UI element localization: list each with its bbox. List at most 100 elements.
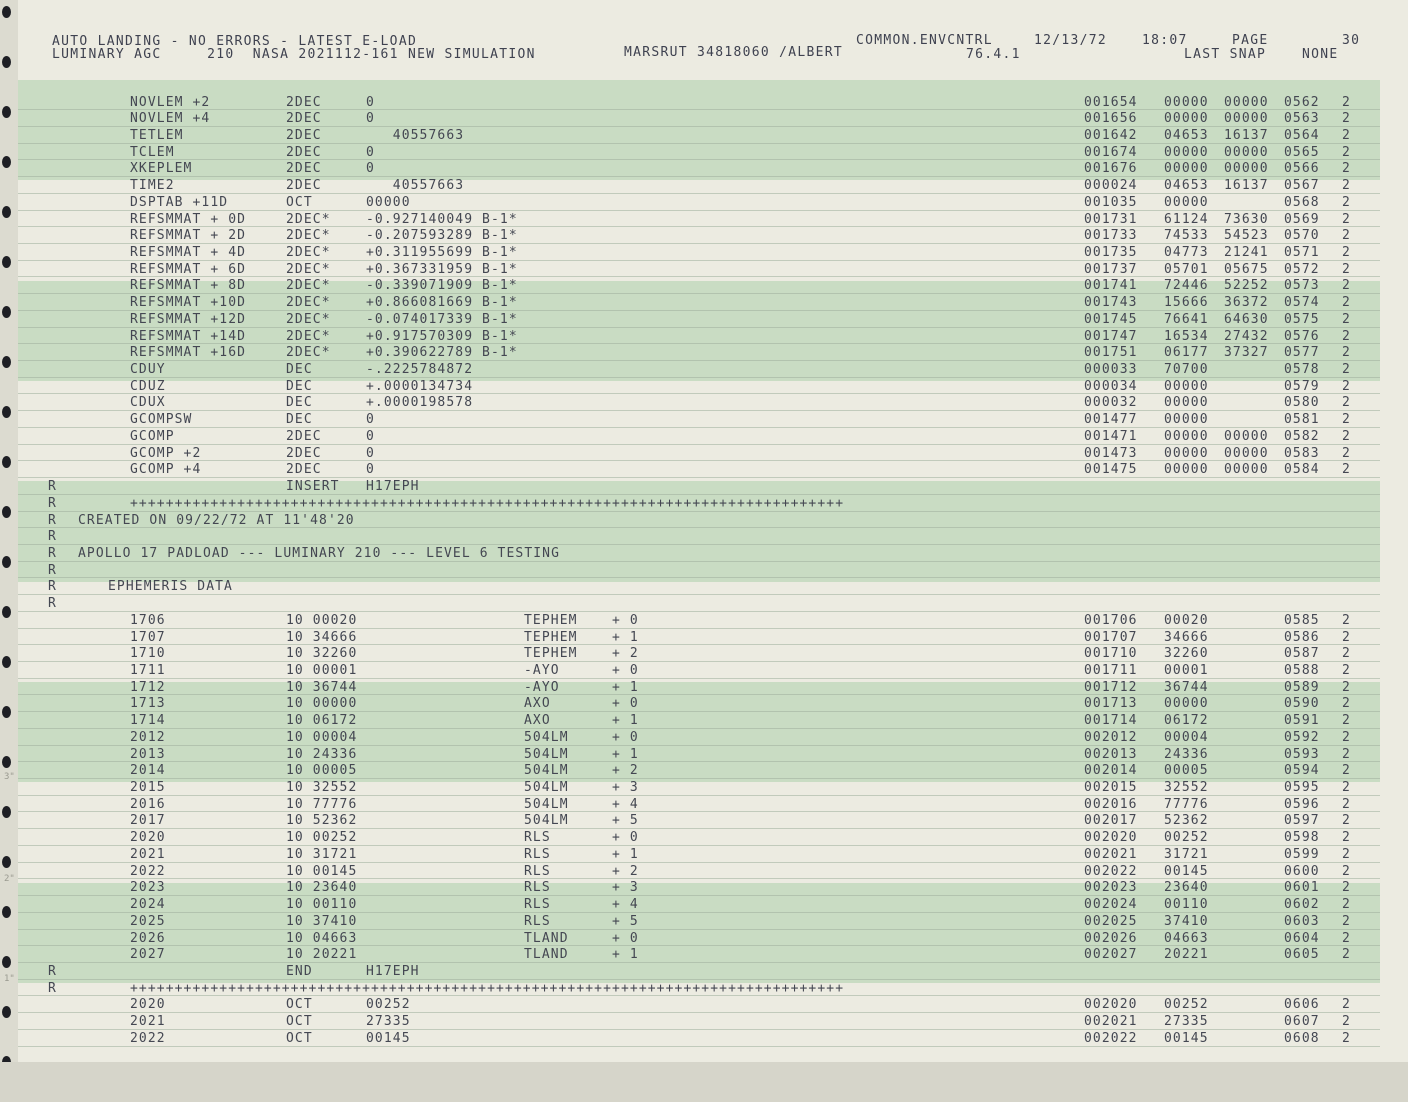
listing-row: 2016 10 77776 504LM + 4 002016 77776 0596 2 [0, 797, 1408, 814]
word2-cell: 52252 [1224, 278, 1269, 294]
type-cell: 10 36744 [286, 679, 358, 695]
value-cell: 27335 [366, 1014, 411, 1030]
address-cell: 001656 [1084, 111, 1138, 127]
listing-row: R +++++++++++++++++++++++++++++++++++++++… [0, 981, 1408, 998]
index-cell: + 3 [612, 780, 639, 796]
listing-row: REFSMMAT + 2D 2DEC* -0.207593289 B-1* 00173… [0, 228, 1408, 245]
symbol-cell: REFSMMAT +12D [130, 311, 247, 327]
flag-cell: 2 [1342, 763, 1351, 779]
word2-cell: 00000 [1224, 161, 1269, 177]
operand-cell: 504LM [524, 813, 569, 829]
word2-cell: 00000 [1224, 445, 1269, 461]
type-cell: 10 24336 [286, 746, 358, 762]
operand-cell: 504LM [524, 796, 569, 812]
word1-cell: 74533 [1164, 228, 1209, 244]
flag-cell: 2 [1342, 144, 1351, 160]
type-cell: 10 00001 [286, 662, 358, 678]
flag-cell: 2 [1342, 679, 1351, 695]
revision-marker: R [48, 479, 57, 495]
header-version: 76.4.1 [966, 47, 1021, 62]
word1-cell: 00000 [1164, 696, 1209, 712]
word2-cell: 54523 [1224, 228, 1269, 244]
word1-cell: 00145 [1164, 1030, 1209, 1046]
value-cell: 40557663 [366, 127, 465, 143]
symbol-cell: XKEPLEM [130, 161, 193, 177]
word1-cell: 00145 [1164, 863, 1209, 879]
listing-row: R CREATED ON 09/22/72 AT 11'48'20 [0, 513, 1408, 530]
sequence-cell: 0583 [1284, 445, 1320, 461]
word1-cell: 00020 [1164, 612, 1209, 628]
symbol-cell: REFSMMAT +10D [130, 295, 247, 311]
sequence-cell: 0596 [1284, 796, 1320, 812]
symbol-cell: TETLEM [130, 127, 184, 143]
word1-cell: 00000 [1164, 395, 1209, 411]
symbol-cell: 2025 [130, 913, 166, 929]
value-cell: 0 [366, 462, 375, 478]
flag-cell: 2 [1342, 345, 1351, 361]
address-cell: 001731 [1084, 211, 1138, 227]
word1-cell: 70700 [1164, 362, 1209, 378]
value-cell: +.0000198578 [366, 395, 474, 411]
address-cell: 001713 [1084, 696, 1138, 712]
flag-cell: 2 [1342, 161, 1351, 177]
word2-cell: 16137 [1224, 127, 1269, 143]
type-cell: 2DEC* [286, 345, 331, 361]
word1-cell: 76641 [1164, 311, 1209, 327]
flag-cell: 2 [1342, 194, 1351, 210]
symbol-cell: 1707 [130, 629, 166, 645]
address-cell: 002020 [1084, 997, 1138, 1013]
type-cell: 10 00004 [286, 729, 358, 745]
address-cell: 000034 [1084, 378, 1138, 394]
type-cell: 2DEC* [286, 228, 331, 244]
word1-cell: 00000 [1164, 94, 1209, 110]
listing-row: 1706 10 00020 TEPHEM + 0 001706 00020 0585 2 [0, 613, 1408, 630]
word1-cell: 23640 [1164, 880, 1209, 896]
sequence-cell: 0575 [1284, 311, 1320, 327]
flag-cell: 2 [1342, 362, 1351, 378]
value-cell: 00000 [366, 194, 411, 210]
listing-row: 2013 10 24336 504LM + 1 002013 24336 0593 2 [0, 747, 1408, 764]
operand-cell: 504LM [524, 763, 569, 779]
sequence-cell: 0605 [1284, 947, 1320, 963]
symbol-cell: TCLEM [130, 144, 175, 160]
sequence-cell: 0580 [1284, 395, 1320, 411]
sequence-cell: 0595 [1284, 780, 1320, 796]
listing-row: 2024 10 00110 RLS + 4 002024 00110 0602 2 [0, 897, 1408, 914]
sequence-cell: 0589 [1284, 679, 1320, 695]
address-cell: 001676 [1084, 161, 1138, 177]
flag-cell: 2 [1342, 746, 1351, 762]
symbol-cell: 1711 [130, 662, 166, 678]
index-cell: + 0 [612, 612, 639, 628]
word2-cell: 00000 [1224, 144, 1269, 160]
flag-cell: 2 [1342, 228, 1351, 244]
type-cell: 2DEC [286, 445, 322, 461]
index-cell: + 1 [612, 679, 639, 695]
word1-cell: 00000 [1164, 445, 1209, 461]
word1-cell: 61124 [1164, 211, 1209, 227]
word2-cell: 00000 [1224, 428, 1269, 444]
sequence-cell: 0598 [1284, 830, 1320, 846]
value-cell: 0 [366, 144, 375, 160]
type-cell: 10 06172 [286, 713, 358, 729]
header-page-label: PAGE [1232, 33, 1269, 48]
operand-cell: RLS [524, 830, 551, 846]
symbol-cell: NOVLEM +4 [130, 111, 211, 127]
address-cell: 001737 [1084, 261, 1138, 277]
word2-cell: 05675 [1224, 261, 1269, 277]
listing-row: 1712 10 36744 -AYO + 1 001712 36744 0589 2 [0, 680, 1408, 697]
listing-row: 2014 10 00005 504LM + 2 002014 00005 0594 2 [0, 763, 1408, 780]
operand-cell: AXO [524, 696, 551, 712]
sequence-cell: 0606 [1284, 997, 1320, 1013]
type-cell: DEC [286, 395, 313, 411]
type-cell: 10 32552 [286, 780, 358, 796]
symbol-cell: GCOMP +2 [130, 445, 202, 461]
remark-text: CREATED ON 09/22/72 AT 11'48'20 [78, 512, 355, 528]
address-cell: 001642 [1084, 127, 1138, 143]
section-heading: EPHEMERIS DATA [108, 579, 233, 595]
type-cell: INSERT [286, 479, 340, 495]
margin-mark-3in: 3" [4, 772, 15, 782]
listing-row: REFSMMAT +14D 2DEC* +0.917570309 B-1* 00174… [0, 329, 1408, 346]
word1-cell: 24336 [1164, 746, 1209, 762]
address-cell: 001707 [1084, 629, 1138, 645]
listing-row: REFSMMAT +10D 2DEC* +0.866081669 B-1* 00174… [0, 295, 1408, 312]
